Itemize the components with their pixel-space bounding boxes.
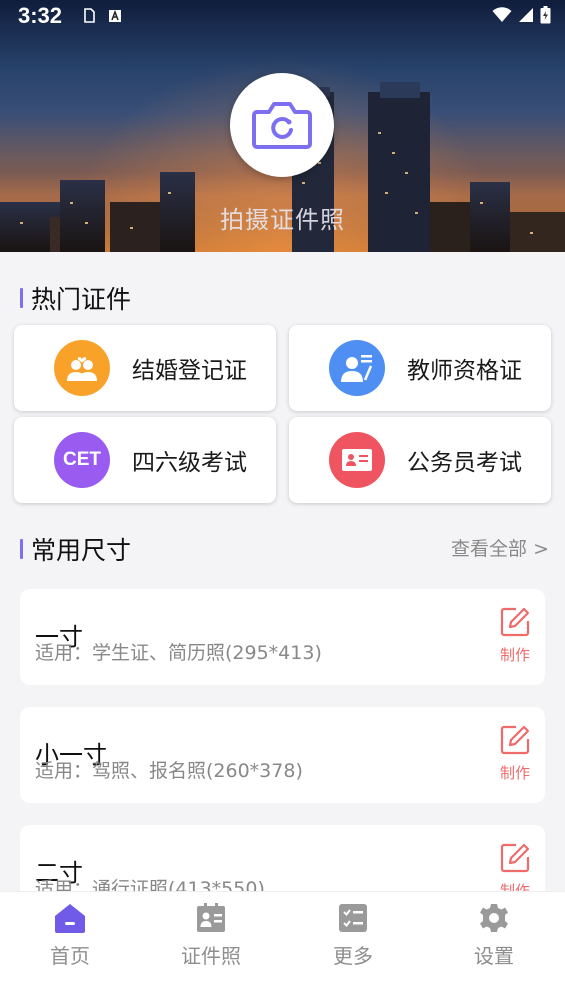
home-icon (55, 904, 85, 933)
nav-item-home[interactable]: 首页 (25, 902, 115, 969)
id-photo-icon (197, 903, 225, 932)
cert-label: 四六级考试 (132, 450, 247, 476)
nav-item-more[interactable]: 更多 (308, 902, 398, 969)
checklist-icon (339, 904, 367, 932)
signal-icon (519, 8, 533, 22)
status-time: 3:32 (18, 3, 63, 28)
size-desc: 适用：学生证、简历照(295*413) (35, 642, 322, 664)
edit-icon (500, 843, 530, 873)
status-bar: 3:32 (0, 0, 565, 32)
cet-icon: CET (54, 432, 110, 488)
cert-card-cet[interactable]: CET 四六级考试 (14, 417, 276, 503)
nav-item-settings[interactable]: 设置 (449, 902, 539, 969)
size-item-small-one-inch[interactable]: 小一寸 适用：驾照、报名照(260*378) 制作 (20, 707, 545, 803)
cert-label: 教师资格证 (407, 358, 522, 384)
hero-banner[interactable]: 3:32 拍摄证件照 (0, 0, 565, 252)
sim-card-icon (84, 8, 95, 23)
sizes-section-title: 常用尺寸 (20, 531, 131, 567)
wifi-icon (492, 7, 512, 22)
couple-icon (54, 340, 110, 396)
bottom-nav: 首页 证件照 更多 设置 (0, 891, 565, 1004)
size-item-one-inch[interactable]: 一寸 适用：学生证、简历照(295*413) 制作 (20, 589, 545, 685)
cert-label: 公务员考试 (407, 450, 522, 476)
cert-card-marriage[interactable]: 结婚登记证 (14, 325, 276, 411)
size-desc: 适用：驾照、报名照(260*378) (35, 760, 303, 782)
font-a-icon (109, 9, 121, 22)
nav-item-id-photo[interactable]: 证件照 (166, 902, 256, 969)
cert-label: 结婚登记证 (132, 358, 247, 384)
cert-card-teacher[interactable]: 教师资格证 (289, 325, 551, 411)
title-accent-bar (20, 539, 23, 559)
make-button[interactable]: 制作 (499, 724, 531, 783)
teacher-icon (329, 340, 385, 396)
battery-icon (540, 6, 551, 24)
edit-icon (500, 607, 530, 637)
make-button[interactable]: 制作 (499, 606, 531, 665)
edit-icon (500, 725, 530, 755)
title-accent-bar (20, 288, 23, 308)
id-card-icon (329, 432, 385, 488)
see-all-link[interactable]: 查看全部 > (451, 534, 549, 561)
cert-card-civil-servant[interactable]: 公务员考试 (289, 417, 551, 503)
gear-icon (480, 904, 508, 932)
hero-caption: 拍摄证件照 (220, 206, 345, 234)
take-photo-button[interactable] (230, 73, 334, 177)
camera-icon (252, 102, 312, 149)
hot-section-title: 热门证件 (20, 280, 131, 316)
